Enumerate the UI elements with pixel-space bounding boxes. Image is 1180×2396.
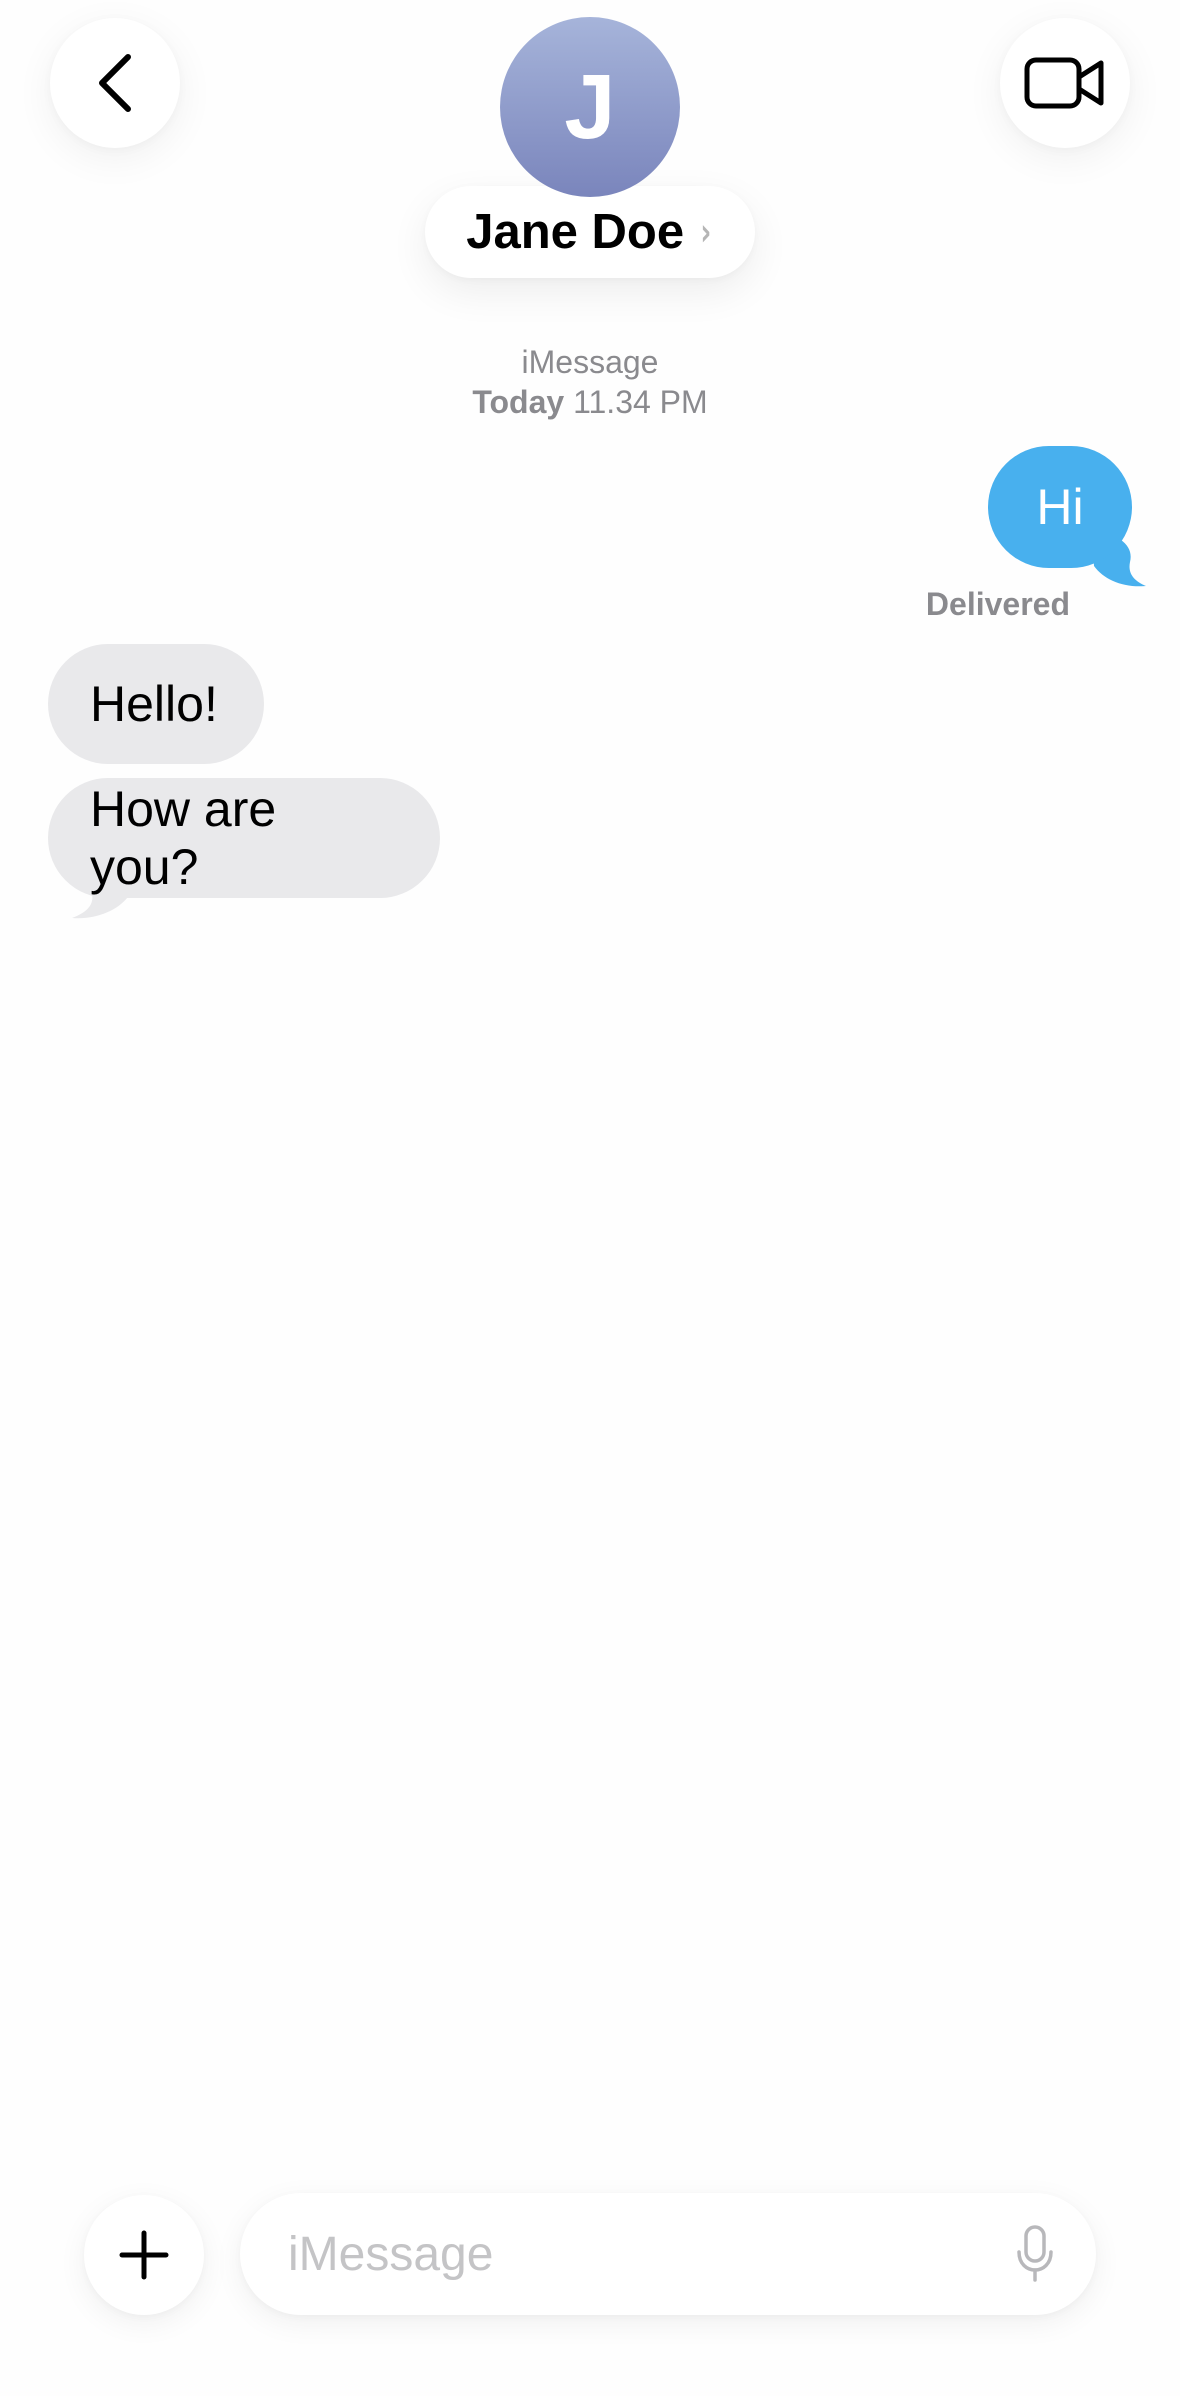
incoming-message-bubble[interactable]: Hello!	[48, 644, 264, 764]
microphone-icon	[1017, 2225, 1053, 2282]
dictation-button[interactable]	[1010, 2221, 1060, 2287]
message-input[interactable]	[288, 2214, 928, 2294]
timestamp-day: Today	[472, 384, 565, 420]
timestamp-time: 11.34 PM	[573, 384, 708, 420]
back-button[interactable]	[50, 18, 180, 148]
messages-screen: J Jane Doe › iMessage Today 11.34 PM Hi …	[0, 0, 1180, 2396]
message-text: Hello!	[90, 676, 218, 732]
plus-icon	[119, 2230, 169, 2280]
message-timestamp: Today 11.34 PM	[0, 384, 1180, 421]
video-call-button[interactable]	[1000, 18, 1130, 148]
incoming-message-bubble[interactable]: How are you?	[48, 778, 440, 898]
video-camera-icon	[1024, 57, 1104, 109]
add-attachment-button[interactable]	[84, 2195, 204, 2315]
contact-name-button[interactable]: Jane Doe ›	[425, 186, 755, 278]
outgoing-message-bubble[interactable]: Hi	[988, 446, 1132, 568]
message-text: Hi	[1036, 479, 1084, 535]
chevron-left-icon	[99, 54, 131, 112]
message-composer	[240, 2193, 1096, 2315]
service-label: iMessage	[521, 344, 659, 380]
delivery-status: Delivered	[925, 586, 1070, 622]
contact-name: Jane Doe	[466, 205, 685, 259]
message-text: How are you?	[90, 781, 277, 895]
chevron-right-icon: ›	[700, 210, 712, 254]
avatar-initial: J	[564, 55, 616, 158]
contact-avatar[interactable]: J	[500, 17, 680, 197]
